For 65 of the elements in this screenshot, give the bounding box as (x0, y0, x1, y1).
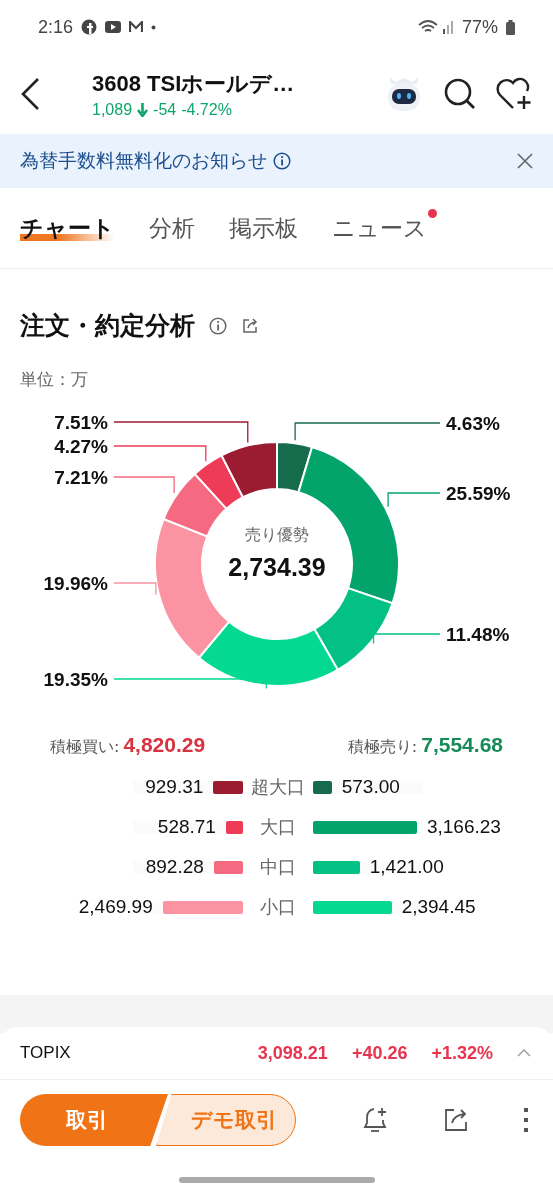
notice-text[interactable]: 為替手数料無料化のお知らせ (20, 148, 267, 174)
status-time: 2:16 (38, 16, 74, 38)
dot-icon (151, 24, 157, 30)
leader-line (387, 492, 441, 508)
size-label: 小口 (259, 895, 297, 919)
slice-label: 19.35% (43, 669, 108, 690)
more-icon[interactable] (523, 1107, 529, 1133)
index-name: TOPIX (20, 1043, 71, 1063)
sell-value: 573.00 (341, 776, 400, 798)
size-label: 中口 (259, 855, 297, 879)
tab[interactable]: ニュース (332, 212, 427, 244)
info-icon[interactable] (209, 316, 227, 335)
slice-label: 4.63% (446, 413, 500, 434)
buy-value: 929.31 (145, 776, 204, 798)
size-label: 超大口 (250, 775, 306, 799)
notification-circle-icon (81, 19, 98, 35)
leader-line (113, 582, 157, 596)
slice-label: 19.96% (43, 573, 108, 594)
play-icon (105, 21, 122, 33)
slice-label: 11.48% (446, 624, 510, 645)
index-value: 3,098.21 (257, 1042, 328, 1064)
total-value: 4,820.29 (123, 733, 206, 757)
expand-icon[interactable] (517, 1049, 531, 1057)
center-label: 売り優勢 (245, 525, 309, 544)
share-icon[interactable] (443, 1107, 469, 1133)
notice-banner[interactable]: 為替手数料無料化のお知らせ (0, 134, 553, 188)
slice-label: 25.59% (446, 483, 511, 504)
price-change-percent: -4.72% (181, 101, 232, 119)
sell-value: 1,421.00 (369, 856, 444, 878)
size-label: 大口 (259, 815, 297, 839)
buy-value: 2,469.99 (78, 896, 153, 918)
sell-value: 2,394.45 (401, 896, 476, 918)
buy-value: 528.71 (157, 816, 216, 838)
center-value: 2,734.39 (228, 553, 326, 581)
tab[interactable]: 分析 (149, 212, 195, 244)
total-label: 積極売り: (347, 737, 418, 758)
close-icon[interactable] (517, 153, 533, 169)
slice-label: 4.27% (54, 436, 108, 457)
index-change-percent: +1.32% (431, 1042, 493, 1064)
unit-label: 単位：万 (20, 368, 89, 391)
total-label: 積極買い: (50, 737, 120, 758)
info-icon (273, 152, 291, 170)
section-title: 注文・約定分析 (20, 310, 195, 342)
mail-icon (129, 21, 144, 33)
battery-level: 77% (461, 16, 498, 38)
slice-label: 7.21% (54, 467, 108, 488)
add-alert-icon[interactable] (363, 1106, 389, 1134)
battery-icon (506, 19, 515, 35)
price-change: -54 (153, 101, 177, 119)
slice-label: 7.51% (54, 412, 108, 433)
buy-value: 892.28 (145, 856, 204, 878)
stock-price: 1,089 (92, 101, 133, 119)
down-arrow-icon (137, 103, 149, 117)
wifi-signal-icon (417, 19, 454, 35)
index-change: +40.26 (351, 1042, 408, 1064)
share-icon[interactable] (241, 316, 259, 335)
tab[interactable]: 掲示板 (229, 212, 298, 244)
back-icon[interactable] (20, 77, 40, 111)
total-value: 7,554.68 (421, 733, 503, 757)
add-favorite-icon[interactable] (495, 77, 533, 111)
search-icon[interactable] (443, 77, 477, 111)
leader-line (372, 633, 441, 645)
stock-title: 3608 TSIホールデ… (92, 70, 296, 98)
leader-line (113, 476, 175, 494)
sell-value: 3,166.23 (426, 816, 501, 838)
